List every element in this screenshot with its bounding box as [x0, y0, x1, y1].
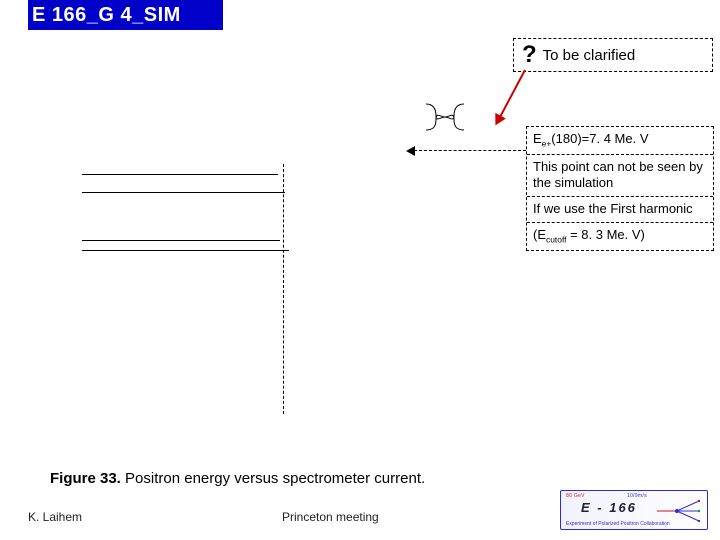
- harmonic-note: If we use the First harmonic: [527, 196, 713, 222]
- question-mark-icon: ?: [522, 41, 537, 69]
- curly-bracket-icon: [422, 102, 468, 132]
- figure-label: Figure 33.: [50, 470, 121, 487]
- red-arrow-icon: [466, 70, 538, 130]
- title-text: E 166_G 4_SIM: [32, 4, 181, 27]
- footer-author: K. Laihem: [28, 510, 82, 524]
- slide: E 166_G 4_SIM ? To be clarified Ee+(180)…: [0, 0, 720, 540]
- figure-caption: Figure 33. Positron energy versus spectr…: [50, 470, 425, 487]
- title-bar: E 166_G 4_SIM: [28, 0, 223, 30]
- energy-line: Ee+(180)=7. 4 Me. V: [527, 127, 713, 154]
- logo-main-text: E - 166: [581, 500, 637, 515]
- figure-text: Positron energy versus spectrometer curr…: [125, 470, 425, 487]
- info-table: Ee+(180)=7. 4 Me. V This point can not b…: [526, 126, 714, 251]
- footer-meeting: Princeton meeting: [282, 510, 379, 524]
- cutoff-line: (Ecutoff = 8. 3 Me. V): [527, 222, 713, 250]
- logo-rays-icon: [655, 496, 701, 526]
- experiment-logo: 80 GeV 10/9m/s E - 166 Experiment of Pol…: [560, 490, 708, 530]
- clarify-text: To be clarified: [543, 47, 636, 64]
- vertical-dashed-line: [283, 164, 284, 414]
- point-note: This point can not be seen by the simula…: [527, 154, 713, 197]
- diagram-lines: [82, 174, 287, 414]
- clarify-box: ? To be clarified: [513, 38, 713, 72]
- horizontal-arrow-icon: [406, 145, 526, 157]
